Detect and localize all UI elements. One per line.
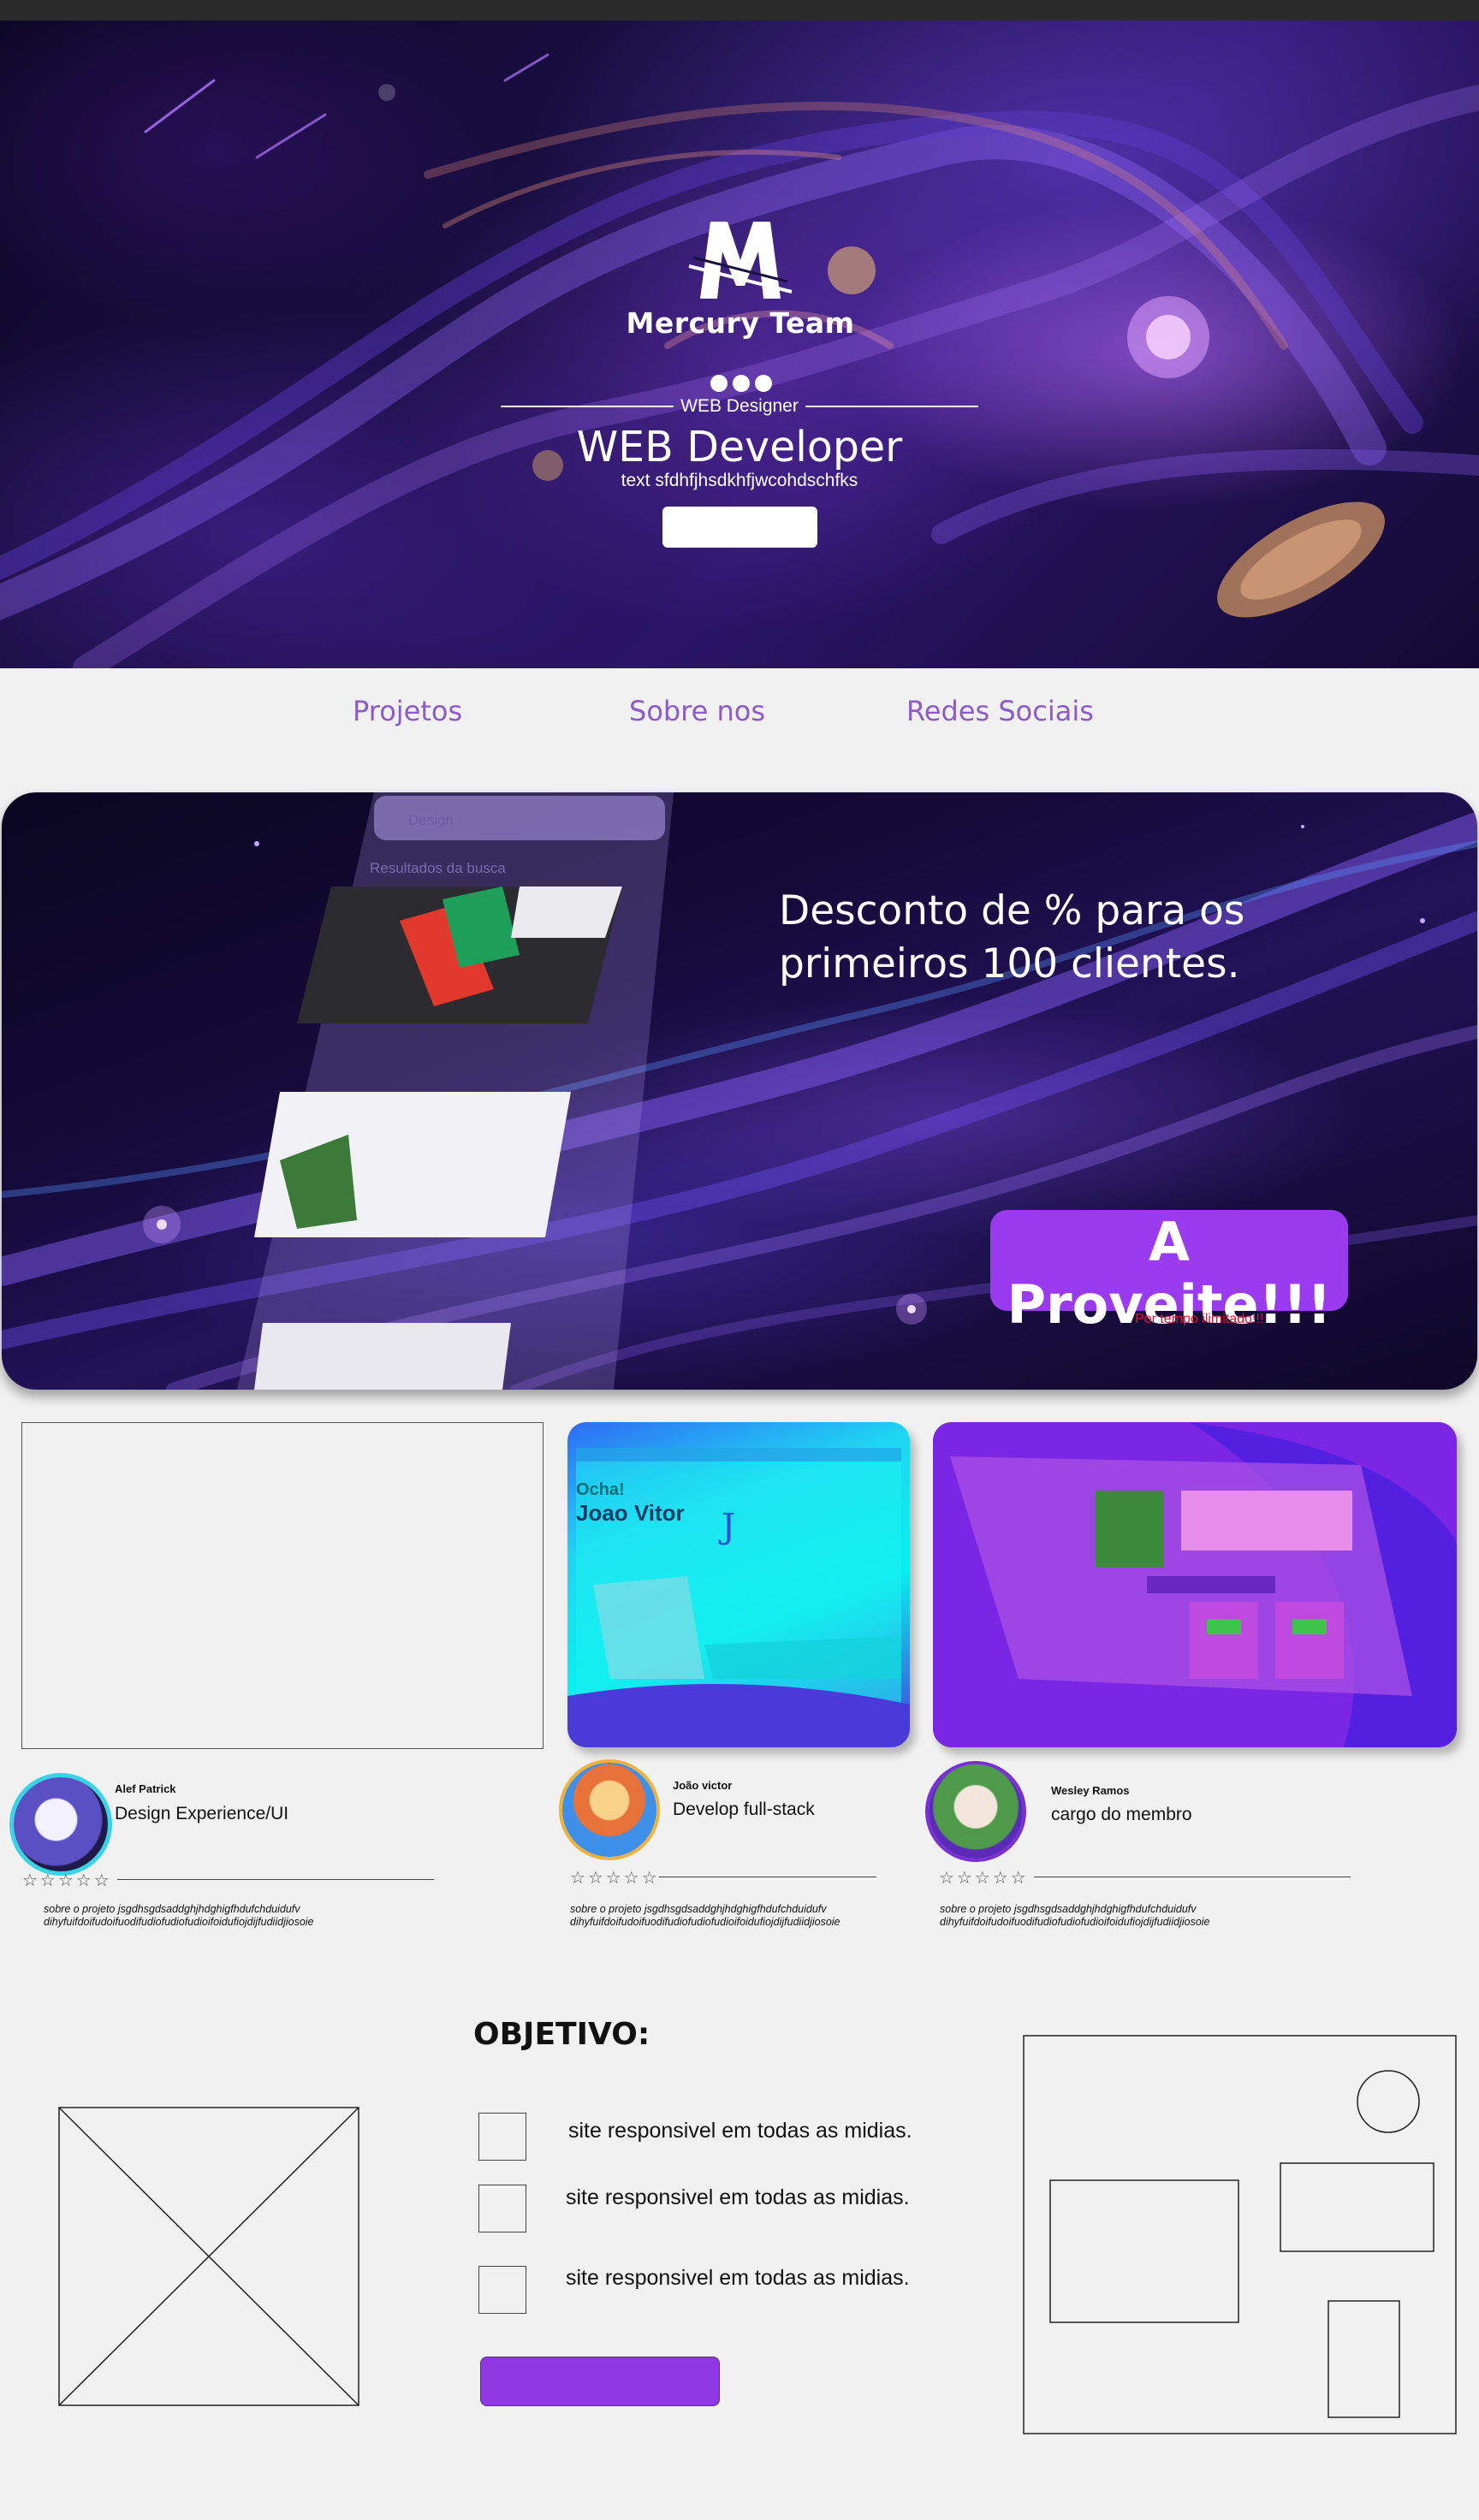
nav-item-sobre-nos[interactable]: Sobre nos (629, 695, 765, 727)
browser-top-bar (0, 0, 1479, 21)
aproveite-button[interactable]: A Proveite!!! (990, 1210, 1348, 1336)
project-preview-image (933, 1422, 1457, 1747)
promo-headline: Desconto de % para os primeiros 100 clie… (779, 887, 1245, 987)
phone-search-text: Design (408, 812, 454, 828)
avatar (14, 1777, 108, 1871)
svg-text:Ocha!: Ocha! (576, 1480, 625, 1499)
objective-checkbox[interactable] (478, 2113, 526, 2161)
objective-item: site responsivel em todas as midias. (566, 2266, 910, 2290)
subtitle-line: WEB Designer (501, 394, 978, 419)
galaxy-background (0, 53, 1479, 668)
member-about: sobre o projeto jsgdhsgdsaddghjhdghigfhd… (570, 1903, 840, 1928)
nav-item-redes-sociais[interactable]: Redes Sociais (906, 695, 1094, 727)
member-about: sobre o projeto jsgdhsgdsaddghjhdghigfhd… (940, 1903, 1210, 1928)
nav-item-projetos[interactable]: Projetos (353, 695, 462, 727)
hero-banner: Mercury Team WEB Designer WEB Developer … (0, 21, 1479, 668)
member-name: Wesley Ramos (1051, 1784, 1130, 1797)
member-about: sobre o projeto jsgdhsgdsaddghjhdghigfhd… (44, 1903, 314, 1928)
objective-item: site responsivel em todas as midias. (568, 2119, 912, 2143)
avatar (562, 1763, 656, 1857)
objective-action-button[interactable] (480, 2357, 720, 2406)
phone-results-text: Resultados da busca (370, 860, 506, 876)
image-placeholder-icon (58, 2107, 359, 2406)
objective-checkbox[interactable] (478, 2266, 526, 2314)
svg-text:Joao Vitor: Joao Vitor (576, 1500, 685, 1526)
app-mockup-illustration: Design Resultados da busca (237, 792, 674, 1390)
member-role: Design Experience/UI (115, 1804, 289, 1823)
project-card-screenshot[interactable]: Ocha! Joao Vitor J (567, 1422, 910, 1747)
divider (117, 1879, 434, 1880)
brand-name: Mercury Team (626, 306, 855, 340)
project-card-screenshot[interactable] (933, 1422, 1457, 1747)
member-role: cargo do membro (1051, 1805, 1192, 1824)
hero-subtitle: WEB Designer (680, 396, 799, 416)
member-role: Develop full-stack (673, 1800, 815, 1819)
dots-decoration (707, 375, 775, 394)
hero-text: text sfdhfjhsdkhfjwcohdschfks (621, 471, 858, 490)
hero-title: WEB Developer (576, 423, 903, 471)
member-name: Alef Patrick (115, 1782, 176, 1795)
mercury-m-logo-icon (688, 222, 793, 299)
rating-stars[interactable]: ☆☆☆☆☆ (570, 1867, 660, 1889)
avatar (929, 1764, 1023, 1859)
layout-wireframe (1023, 2035, 1457, 2434)
promo-note: Por tempo ilimitado!!! (1135, 1312, 1264, 1326)
logo: Mercury Team (625, 213, 856, 340)
rating-stars[interactable]: ☆☆☆☆☆ (939, 1867, 1029, 1889)
project-card-placeholder[interactable] (21, 1422, 543, 1749)
project-preview-image: Ocha! Joao Vitor J (567, 1448, 910, 1747)
objective-checkbox[interactable] (478, 2185, 526, 2232)
member-name: João victor (673, 1779, 733, 1792)
objective-title: OBJETIVO: (473, 2017, 650, 2052)
objective-item: site responsivel em todas as midias. (566, 2185, 910, 2209)
hero-cta-button[interactable] (662, 507, 817, 548)
rating-stars[interactable]: ☆☆☆☆☆ (22, 1870, 112, 1891)
